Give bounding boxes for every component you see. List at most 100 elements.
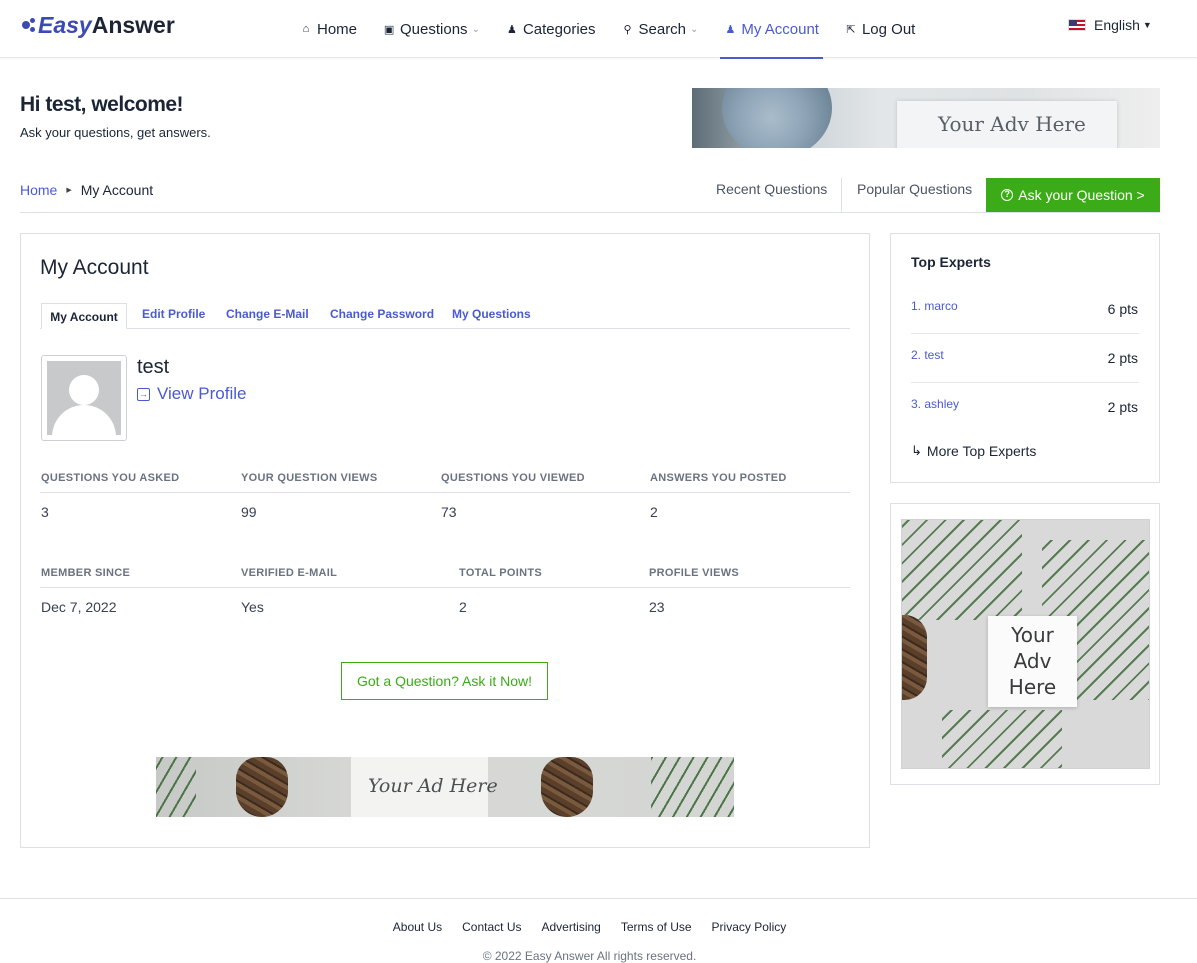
top-ad-text: Your Adv Here xyxy=(938,112,1086,136)
stat-value-questions-asked: 3 xyxy=(41,504,49,520)
ad-pine-branch-image xyxy=(156,757,196,817)
top-banner-ad[interactable]: Your Adv Here xyxy=(692,88,1160,148)
footer-link-privacy[interactable]: Privacy Policy xyxy=(712,920,787,934)
language-selector[interactable]: English ▼ xyxy=(1068,17,1152,33)
tab-my-questions[interactable]: My Questions xyxy=(452,307,531,321)
expert-points: 6 pts xyxy=(1107,301,1138,317)
nav-questions[interactable]: ▣ Questions ⌄ xyxy=(383,0,480,58)
sidebar-ad-line: Your xyxy=(1011,623,1054,647)
logout-icon: ⇱ xyxy=(846,23,856,36)
ad-pinecone-image xyxy=(902,615,927,700)
tab-my-account[interactable]: My Account xyxy=(41,303,127,329)
recent-questions-link[interactable]: Recent Questions xyxy=(716,181,827,197)
footer-link-about[interactable]: About Us xyxy=(393,920,442,934)
sidebar-ad[interactable]: Your Adv Here xyxy=(901,519,1150,769)
sidebar-ad-line: Here xyxy=(1008,675,1057,699)
ask-question-button-label: Ask your Question > xyxy=(1018,187,1145,203)
question-circle-icon: ? xyxy=(1001,189,1014,201)
nav-categories-label: Categories xyxy=(522,20,596,38)
arrow-return-icon: ↳ xyxy=(911,443,922,458)
stats-row2-divider xyxy=(40,587,850,588)
expert-points: 2 pts xyxy=(1107,350,1138,366)
nav-search[interactable]: ⚲ Search ⌄ xyxy=(622,0,699,58)
stat-value-questions-viewed: 73 xyxy=(441,504,457,520)
stats-row1-divider xyxy=(40,492,850,493)
stat-value-answers-posted: 2 xyxy=(650,504,658,520)
external-link-icon: → xyxy=(137,388,150,401)
welcome-title: Hi test, welcome! xyxy=(20,93,184,116)
bottom-banner-ad[interactable]: Your Ad Here xyxy=(156,757,734,817)
home-icon: ⌂ xyxy=(302,23,310,35)
popular-questions-link[interactable]: Popular Questions xyxy=(857,181,972,197)
account-title: My Account xyxy=(40,256,149,279)
stat-value-member-since: Dec 7, 2022 xyxy=(41,599,117,615)
logo-dots-icon xyxy=(20,16,36,34)
stat-value-question-views: 99 xyxy=(241,504,257,520)
expert-points: 2 pts xyxy=(1107,399,1138,415)
expert-link[interactable]: 2. test xyxy=(911,348,944,362)
expert-link[interactable]: 3. ashley xyxy=(911,397,959,411)
nav-search-label: Search xyxy=(638,20,687,38)
footer-link-advertising[interactable]: Advertising xyxy=(541,920,600,934)
main-nav: ⌂ Home ▣ Questions ⌄ ♟ Categories ⚲ Sear… xyxy=(300,0,941,59)
stat-value-profile-views: 23 xyxy=(649,599,665,615)
tab-change-email[interactable]: Change E-Mail xyxy=(226,307,309,321)
welcome-subtitle: Ask your questions, get answers. xyxy=(20,125,211,140)
ad-pine-branch-image xyxy=(942,710,1062,768)
tab-divider xyxy=(841,178,842,212)
footer-link-contact[interactable]: Contact Us xyxy=(462,920,521,934)
copyright-text: © 2022 Easy Answer All rights reserved. xyxy=(482,949,697,963)
more-top-experts-label: More Top Experts xyxy=(926,443,1037,459)
chevron-down-icon: ⌄ xyxy=(690,23,699,35)
nav-my-account[interactable]: ♟ My Account xyxy=(720,0,823,59)
tab-edit-profile[interactable]: Edit Profile xyxy=(142,307,205,321)
bottom-ad-text: Your Ad Here xyxy=(368,775,498,797)
nav-questions-label: Questions xyxy=(400,20,468,38)
breadcrumb-home-link[interactable]: Home xyxy=(20,182,57,198)
sidebar-ad-text: Your Adv Here xyxy=(988,622,1077,700)
breadcrumb-separator-icon: ▶ xyxy=(66,187,72,194)
nav-home[interactable]: ⌂ Home xyxy=(300,0,357,58)
more-top-experts-link[interactable]: ↳ More Top Experts xyxy=(911,443,1036,459)
footer-links: About Us Contact Us Advertising Terms of… xyxy=(0,920,1179,934)
ad-statue-image xyxy=(722,88,832,148)
stat-label-verified-email: VERIFIED E-MAIL xyxy=(241,567,338,579)
username: test xyxy=(137,356,170,378)
nav-log-out-label: Log Out xyxy=(861,20,916,38)
ask-question-button[interactable]: ? Ask your Question > xyxy=(986,178,1160,212)
footer-link-terms[interactable]: Terms of Use xyxy=(621,920,692,934)
nav-my-account-label: My Account xyxy=(741,20,819,38)
expert-link[interactable]: 1. marco xyxy=(911,299,958,313)
view-profile-link[interactable]: → View Profile xyxy=(137,384,246,404)
nav-categories[interactable]: ♟ Categories xyxy=(506,0,596,58)
breadcrumb: Home ▶ My Account xyxy=(20,182,153,198)
tab-my-account-label: My Account xyxy=(50,310,118,324)
site-logo[interactable]: Easy Answer xyxy=(20,10,175,40)
user-icon: ♟ xyxy=(507,23,517,36)
sidebar-ad-line: Adv xyxy=(1013,649,1052,673)
expert-divider xyxy=(911,333,1139,334)
stat-label-total-points: TOTAL POINTS xyxy=(459,567,543,579)
account-tabs-divider xyxy=(40,328,850,329)
stat-label-member-since: MEMBER SINCE xyxy=(41,567,131,579)
avatar xyxy=(41,355,127,441)
top-navigation-bar: Easy Answer ⌂ Home ▣ Questions ⌄ ♟ Catego… xyxy=(0,0,1197,59)
ad-pinecone-image xyxy=(236,757,288,817)
ad-pine-branch-image xyxy=(902,520,1022,620)
ad-pinecone-image xyxy=(541,757,593,817)
top-experts-title: Top Experts xyxy=(911,254,991,270)
question-square-icon: ▣ xyxy=(383,23,395,36)
nav-home-label: Home xyxy=(317,20,358,38)
nav-log-out[interactable]: ⇱ Log Out xyxy=(845,0,915,58)
language-label: English xyxy=(1094,17,1140,33)
us-flag-icon xyxy=(1068,19,1086,31)
search-icon: ⚲ xyxy=(623,23,632,36)
logo-text-easy: Easy xyxy=(38,11,92,38)
account-panel xyxy=(20,233,870,848)
ask-it-now-button[interactable]: Got a Question? Ask it Now! xyxy=(341,662,548,700)
logo-text-answer: Answer xyxy=(91,11,175,38)
tab-change-password[interactable]: Change Password xyxy=(330,307,434,321)
stat-label-questions-viewed: QUESTIONS YOU VIEWED xyxy=(441,472,585,484)
avatar-placeholder-icon xyxy=(47,361,121,435)
breadcrumb-divider xyxy=(20,212,1160,213)
